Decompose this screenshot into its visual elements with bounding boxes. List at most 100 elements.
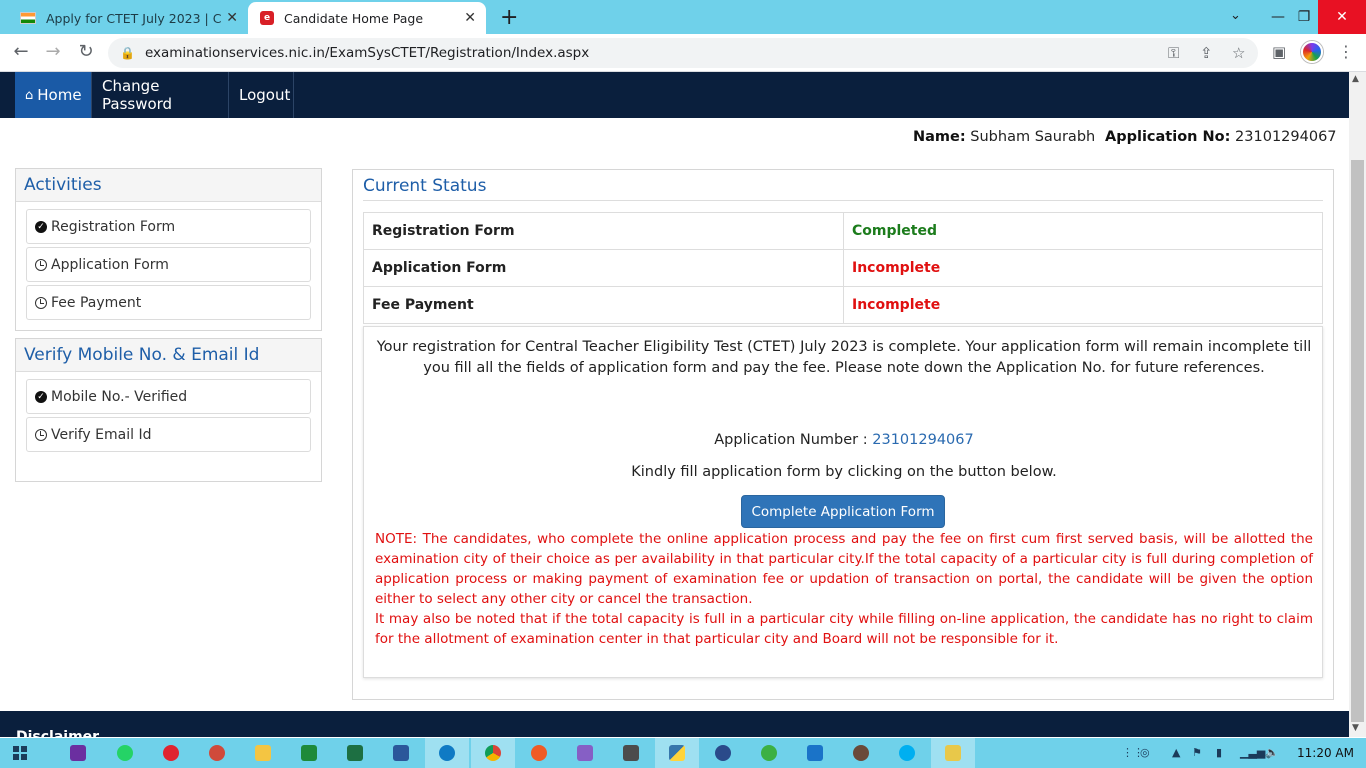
status-label: Fee Payment (363, 286, 844, 324)
skype-icon[interactable] (885, 738, 929, 768)
key-icon[interactable]: ⚿ (1168, 44, 1179, 62)
profile-avatar-icon[interactable] (1301, 41, 1323, 63)
whatsapp-icon[interactable] (103, 738, 147, 768)
postman-icon[interactable] (517, 738, 561, 768)
status-table: Registration Form Completed Application … (363, 212, 1323, 324)
activities-panel: Activities ✓ Registration Form Applicati… (15, 168, 322, 331)
browser-tab-candidate-home[interactable]: e Candidate Home Page ✕ (248, 2, 486, 34)
scroll-down-arrow-icon[interactable]: ▼ (1352, 723, 1359, 733)
pet-app-icon[interactable] (839, 738, 883, 768)
close-tab-icon[interactable]: ✕ (226, 10, 238, 26)
windows-start-icon[interactable] (13, 746, 27, 760)
scroll-up-arrow-icon[interactable]: ▲ (1352, 74, 1359, 84)
new-tab-plus-icon[interactable]: + (500, 5, 518, 30)
signal-icon[interactable]: ▁▃▅ (1240, 746, 1265, 759)
address-bar[interactable]: 🔒 examinationservices.nic.in/ExamSysCTET… (108, 38, 1258, 68)
lock-icon[interactable]: 🔒 (120, 46, 135, 60)
visual-studio-icon[interactable] (563, 738, 607, 768)
forward-arrow-icon[interactable]: → (41, 41, 65, 62)
close-tab-icon[interactable]: ✕ (464, 10, 476, 26)
restore-icon[interactable]: ❐ (1288, 0, 1320, 34)
user-name-label: Name: (913, 129, 966, 145)
side-panel-icon[interactable]: ▣ (1272, 43, 1286, 61)
nav-home[interactable]: ⌂ Home (15, 72, 92, 118)
network-app-icon[interactable] (747, 738, 791, 768)
divider (363, 200, 1323, 201)
excel-icon[interactable] (333, 738, 377, 768)
opera-icon[interactable] (149, 738, 193, 768)
browser-tab-ctet-info[interactable]: Apply for CTET July 2023 | Central ✕ (12, 2, 248, 34)
table-row: Application Form Incomplete (363, 249, 1323, 287)
tab-search-chevron-icon[interactable]: ⌄ (1230, 8, 1241, 23)
nav-logout[interactable]: Logout (229, 72, 294, 118)
media-app-icon[interactable] (56, 738, 100, 768)
sublime-text-icon[interactable] (609, 738, 653, 768)
activities-title: Activities (16, 169, 321, 202)
battery-icon[interactable]: ▮ (1216, 746, 1222, 759)
verify-email-item[interactable]: Verify Email Id (26, 417, 311, 452)
show-hidden-icons-chevron[interactable]: ▲ (1172, 746, 1180, 759)
note-paragraph-2: It may also be noted that if the total c… (375, 611, 1313, 647)
edge-icon[interactable] (425, 738, 469, 768)
application-number-label: Application Number : (714, 432, 868, 448)
activity-label: Fee Payment (51, 294, 142, 311)
tab-title: Apply for CTET July 2023 | Central (46, 10, 221, 26)
footer: Disclaimer (0, 711, 1349, 737)
user-name-value: Subham Saurabh (970, 129, 1096, 145)
chrome-alt-icon[interactable] (195, 738, 239, 768)
activity-registration-form[interactable]: ✓ Registration Form (26, 209, 311, 244)
store-icon[interactable] (287, 738, 331, 768)
chrome-icon[interactable] (471, 738, 515, 768)
wifi-off-icon[interactable]: ◎ (1140, 746, 1150, 759)
tab-strip: Apply for CTET July 2023 | Central ✕ e C… (0, 0, 1366, 34)
status-label: Registration Form (363, 212, 844, 250)
application-no-value: 23101294067 (1235, 129, 1337, 145)
windows-taskbar: ⋮⋮ ◎ ▲ ⚑ ▮ ▁▃▅ 🔈 11:20 AM (0, 738, 1366, 768)
status-value: Completed (843, 212, 1323, 250)
nav-logout-label: Logout (239, 86, 291, 104)
back-arrow-icon[interactable]: ← (9, 41, 33, 62)
browser-menu-icon[interactable]: ⋮ (1338, 42, 1354, 61)
verify-label: Mobile No.- Verified (51, 388, 188, 405)
note-text: NOTE: The candidates, who complete the o… (375, 529, 1313, 649)
python-icon[interactable] (655, 738, 699, 768)
india-flag-favicon-icon (20, 12, 36, 24)
share-icon[interactable]: ⇪ (1200, 44, 1213, 62)
scrollbar-thumb[interactable] (1351, 160, 1364, 722)
nav-change-password[interactable]: Change Password (92, 72, 229, 118)
status-value: Incomplete (843, 249, 1323, 287)
flag-notification-icon[interactable]: ⚑ (1192, 746, 1202, 759)
photos-app-icon[interactable] (931, 738, 975, 768)
nav-change-password-label: Change Password (102, 77, 173, 113)
activity-fee-payment[interactable]: Fee Payment (26, 285, 311, 320)
info-box: Your registration for Central Teacher El… (363, 326, 1323, 678)
tab-title: Candidate Home Page (284, 10, 424, 26)
current-status-panel: Current Status Registration Form Complet… (352, 169, 1334, 700)
reload-icon[interactable]: ↻ (74, 41, 98, 62)
bookmark-star-icon[interactable]: ☆ (1232, 44, 1245, 62)
url-text[interactable]: examinationservices.nic.in/ExamSysCTET/R… (145, 45, 589, 61)
remote-desktop-icon[interactable] (793, 738, 837, 768)
word-icon[interactable] (379, 738, 423, 768)
check-circle-icon: ✓ (35, 220, 47, 233)
footer-disclaimer[interactable]: Disclaimer (16, 729, 99, 737)
application-number-value: 23101294067 (872, 432, 974, 448)
activity-application-form[interactable]: Application Form (26, 247, 311, 282)
file-explorer-icon[interactable] (241, 738, 285, 768)
clock-icon (35, 428, 47, 441)
application-no-label: Application No: (1105, 129, 1231, 145)
user-name: Name: Subham Saurabh (913, 129, 1095, 145)
vertical-scrollbar[interactable]: ▲ ▼ (1349, 72, 1366, 737)
complete-application-form-button[interactable]: Complete Application Form (741, 495, 945, 528)
window-close-icon[interactable]: ✕ (1318, 0, 1366, 34)
registration-message: Your registration for Central Teacher El… (376, 339, 1312, 376)
verify-mobile-item[interactable]: ✓ Mobile No.- Verified (26, 379, 311, 414)
check-circle-icon: ✓ (35, 390, 47, 403)
settings-gear-icon[interactable] (701, 738, 745, 768)
verify-title: Verify Mobile No. & Email Id (16, 339, 321, 372)
note-paragraph-1: NOTE: The candidates, who complete the o… (375, 531, 1313, 607)
current-status-title: Current Status (363, 176, 487, 196)
nav-home-label: Home (37, 86, 82, 104)
speaker-muted-icon[interactable]: 🔈 (1265, 746, 1279, 759)
taskbar-clock[interactable]: 11:20 AM (1297, 746, 1354, 760)
